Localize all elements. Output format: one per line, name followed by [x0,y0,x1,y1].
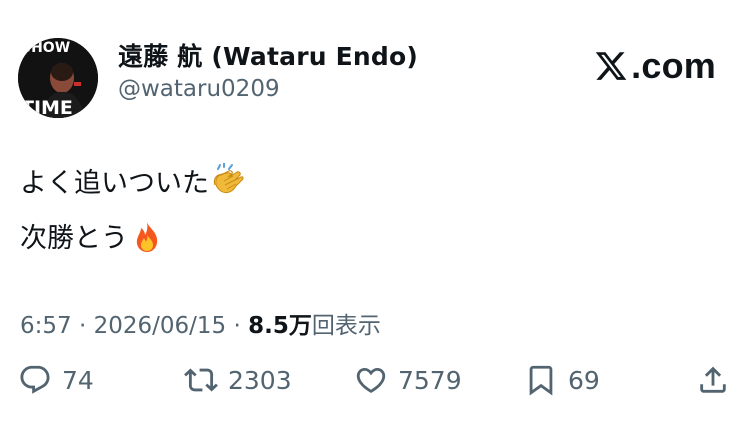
views-count: 8.5 [248,313,289,339]
reply-button[interactable]: 74 [18,363,94,397]
clapping-hands-icon [211,162,247,215]
tweet-text: よく追いついた 次勝とう [20,160,247,270]
reply-icon [20,365,50,394]
tweet-line-2: 次勝とう [20,215,247,270]
tweet-line-1-text: よく追いついた [20,168,209,199]
meta-separator: · [78,313,87,339]
action-bar: 74 2303 7579 69 [18,363,730,409]
author-handle[interactable]: @wataru0209 [118,75,418,103]
brand-label: .com [631,45,716,86]
x-logo-icon [595,52,627,80]
tweet-date[interactable]: 2026/06/15 [94,313,227,339]
bookmark-button[interactable]: 69 [524,363,600,397]
share-button[interactable] [696,363,730,397]
avatar[interactable]: SHOW TIME [18,38,98,118]
avatar-bottom-text: TIME [21,97,73,118]
tweet-time[interactable]: 6:57 [20,313,72,339]
avatar-image: SHOW TIME [18,38,98,118]
x-com-logo: .com [594,46,716,86]
repost-button[interactable]: 2303 [184,363,292,397]
views-unit: 万 [288,313,312,339]
fire-icon [130,220,164,270]
bookmark-icon [529,365,553,396]
author-display-name[interactable]: 遠藤 航 (Wataru Endo) [118,41,418,73]
repost-icon [184,368,218,392]
views-label: 回表示 [311,313,381,339]
heart-icon [356,367,386,393]
reply-count: 74 [62,365,94,395]
like-button[interactable]: 7579 [354,363,462,397]
author-info: 遠藤 航 (Wataru Endo) @wataru0209 [118,41,418,103]
tweet-metadata: 6:57 · 2026/06/15 · 8.5万回表示 [20,306,381,340]
tweet-line-2-text: 次勝とう [20,223,128,254]
repost-count: 2303 [228,365,292,395]
meta-separator: · [233,313,241,339]
tweet-line-1: よく追いついた [20,160,247,215]
like-count: 7579 [398,365,462,395]
share-icon [700,366,726,393]
avatar-top-text: SHOW [21,40,70,56]
bookmark-count: 69 [568,365,600,395]
